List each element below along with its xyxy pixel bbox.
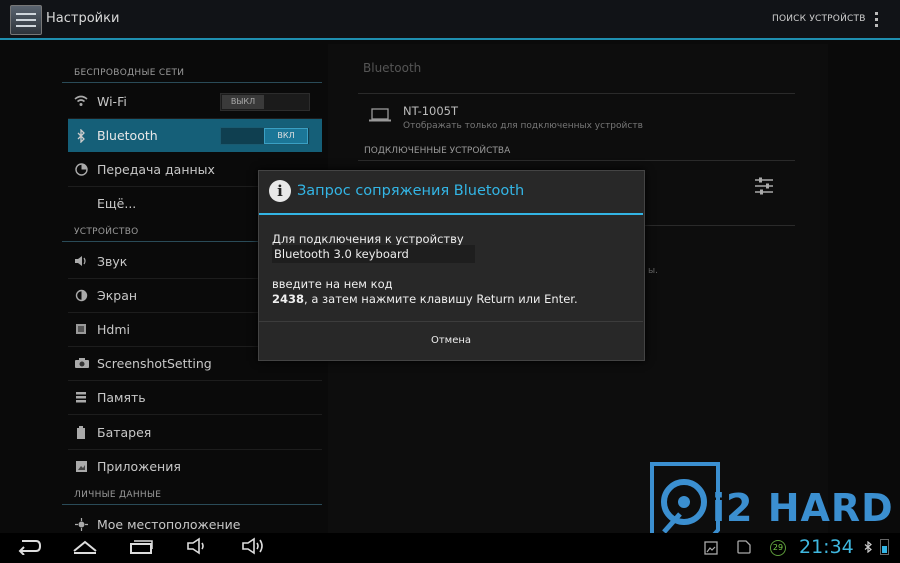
- volume-up-icon[interactable]: [241, 537, 267, 559]
- bluetooth-icon: [74, 128, 88, 144]
- laptop-icon: [369, 107, 391, 122]
- overflow-menu-icon[interactable]: [874, 12, 880, 28]
- search-devices-button[interactable]: ПОИСК УСТРОЙСТВ: [772, 14, 866, 24]
- dialog-message-line1: Для подключения к устройству: [272, 232, 464, 246]
- sidebar-item-label: ScreenshotSetting: [97, 356, 212, 371]
- sidebar-item-label: Wi-Fi: [97, 94, 127, 109]
- pairing-code: 2438: [272, 292, 305, 306]
- page-title: Настройки: [46, 11, 120, 26]
- wifi-toggle[interactable]: ВЫКЛ: [220, 93, 310, 111]
- sidebar-item-label: Bluetooth: [97, 128, 158, 143]
- dialog-title: Запрос сопряжения Bluetooth: [297, 183, 525, 199]
- sound-icon: [74, 255, 88, 269]
- battery-icon: [74, 426, 88, 440]
- sidebar-item-label: Батарея: [97, 425, 152, 440]
- sidebar-item-battery[interactable]: Батарея: [68, 416, 322, 449]
- divider: [358, 160, 795, 161]
- dialog-device-name: Bluetooth 3.0 keyboard: [274, 247, 409, 261]
- sidebar-item-label: Мое местоположение: [97, 517, 241, 532]
- section-divider: [62, 504, 322, 505]
- this-device-name[interactable]: NT-1005T: [403, 104, 458, 118]
- toggle-on-label: ВКЛ: [264, 128, 308, 144]
- watermark-text: i2 HARD: [712, 486, 894, 530]
- obscured-text: ы.: [648, 266, 658, 276]
- hdmi-icon: [74, 323, 88, 337]
- recent-apps-icon[interactable]: [128, 537, 154, 559]
- sidebar-item-label: Экран: [97, 288, 138, 303]
- paired-devices-header: ПОДКЛЮЧЕННЫЕ УСТРОЙСТВА: [364, 146, 511, 156]
- storage-icon: [74, 391, 88, 405]
- toggle-off-label: ВЫКЛ: [222, 95, 264, 109]
- dialog-instruction: , а затем нажмите клавишу Return или Ent…: [304, 292, 578, 306]
- apps-icon: [74, 460, 88, 474]
- sidebar-item-storage[interactable]: Память: [68, 381, 322, 414]
- section-header-wireless: БЕСПРОВОДНЫЕ СЕТИ: [74, 68, 185, 78]
- divider: [358, 93, 795, 94]
- device-settings-icon[interactable]: [754, 177, 774, 195]
- sidebar-item-apps[interactable]: Приложения: [68, 450, 322, 483]
- bluetooth-status-icon: [864, 540, 872, 556]
- dialog-code-line: 2438, а затем нажмите клавишу Return или…: [272, 292, 578, 306]
- sidebar-item-label: Передача данных: [97, 162, 215, 177]
- wifi-icon: [74, 95, 88, 109]
- gallery-notification-icon[interactable]: [704, 540, 718, 559]
- action-bar: [0, 0, 900, 40]
- sidebar-item-bluetooth[interactable]: Bluetooth ВКЛ: [68, 119, 322, 152]
- location-icon: [74, 518, 88, 532]
- settings-app-icon[interactable]: [10, 5, 42, 35]
- dialog-message-line3: введите на нем код: [272, 277, 393, 291]
- volume-down-icon[interactable]: [186, 537, 210, 559]
- sidebar-item-label: Ещё...: [97, 196, 137, 211]
- notification-icon[interactable]: [736, 539, 752, 559]
- clock[interactable]: 21:34: [799, 536, 854, 558]
- visibility-status: Отображать только для подключенных устро…: [403, 121, 643, 131]
- cancel-button[interactable]: Отмена: [259, 322, 643, 359]
- section-divider: [62, 82, 322, 83]
- pane-title: Bluetooth: [363, 61, 422, 75]
- battery-status-icon: [880, 539, 889, 555]
- sidebar-item-label: Приложения: [97, 459, 181, 474]
- camera-icon: [74, 357, 89, 371]
- sidebar-item-wifi[interactable]: Wi-Fi ВЫКЛ: [68, 85, 322, 118]
- sidebar-item-label: Память: [97, 390, 146, 405]
- notification-count-badge[interactable]: 29: [770, 540, 786, 556]
- dialog-title-divider: [259, 213, 643, 215]
- brightness-icon: [74, 289, 88, 303]
- data-usage-icon: [74, 163, 88, 177]
- divider: [68, 414, 322, 415]
- back-icon[interactable]: [16, 537, 42, 559]
- section-header-device: УСТРОЙСТВО: [74, 227, 139, 237]
- sidebar-item-label: Hdmi: [97, 322, 130, 337]
- section-header-personal: ЛИЧНЫЕ ДАННЫЕ: [74, 490, 162, 500]
- home-icon[interactable]: [72, 537, 98, 559]
- bluetooth-toggle[interactable]: ВКЛ: [220, 127, 310, 145]
- info-icon: i: [269, 180, 291, 202]
- sidebar-item-label: Звук: [97, 254, 128, 269]
